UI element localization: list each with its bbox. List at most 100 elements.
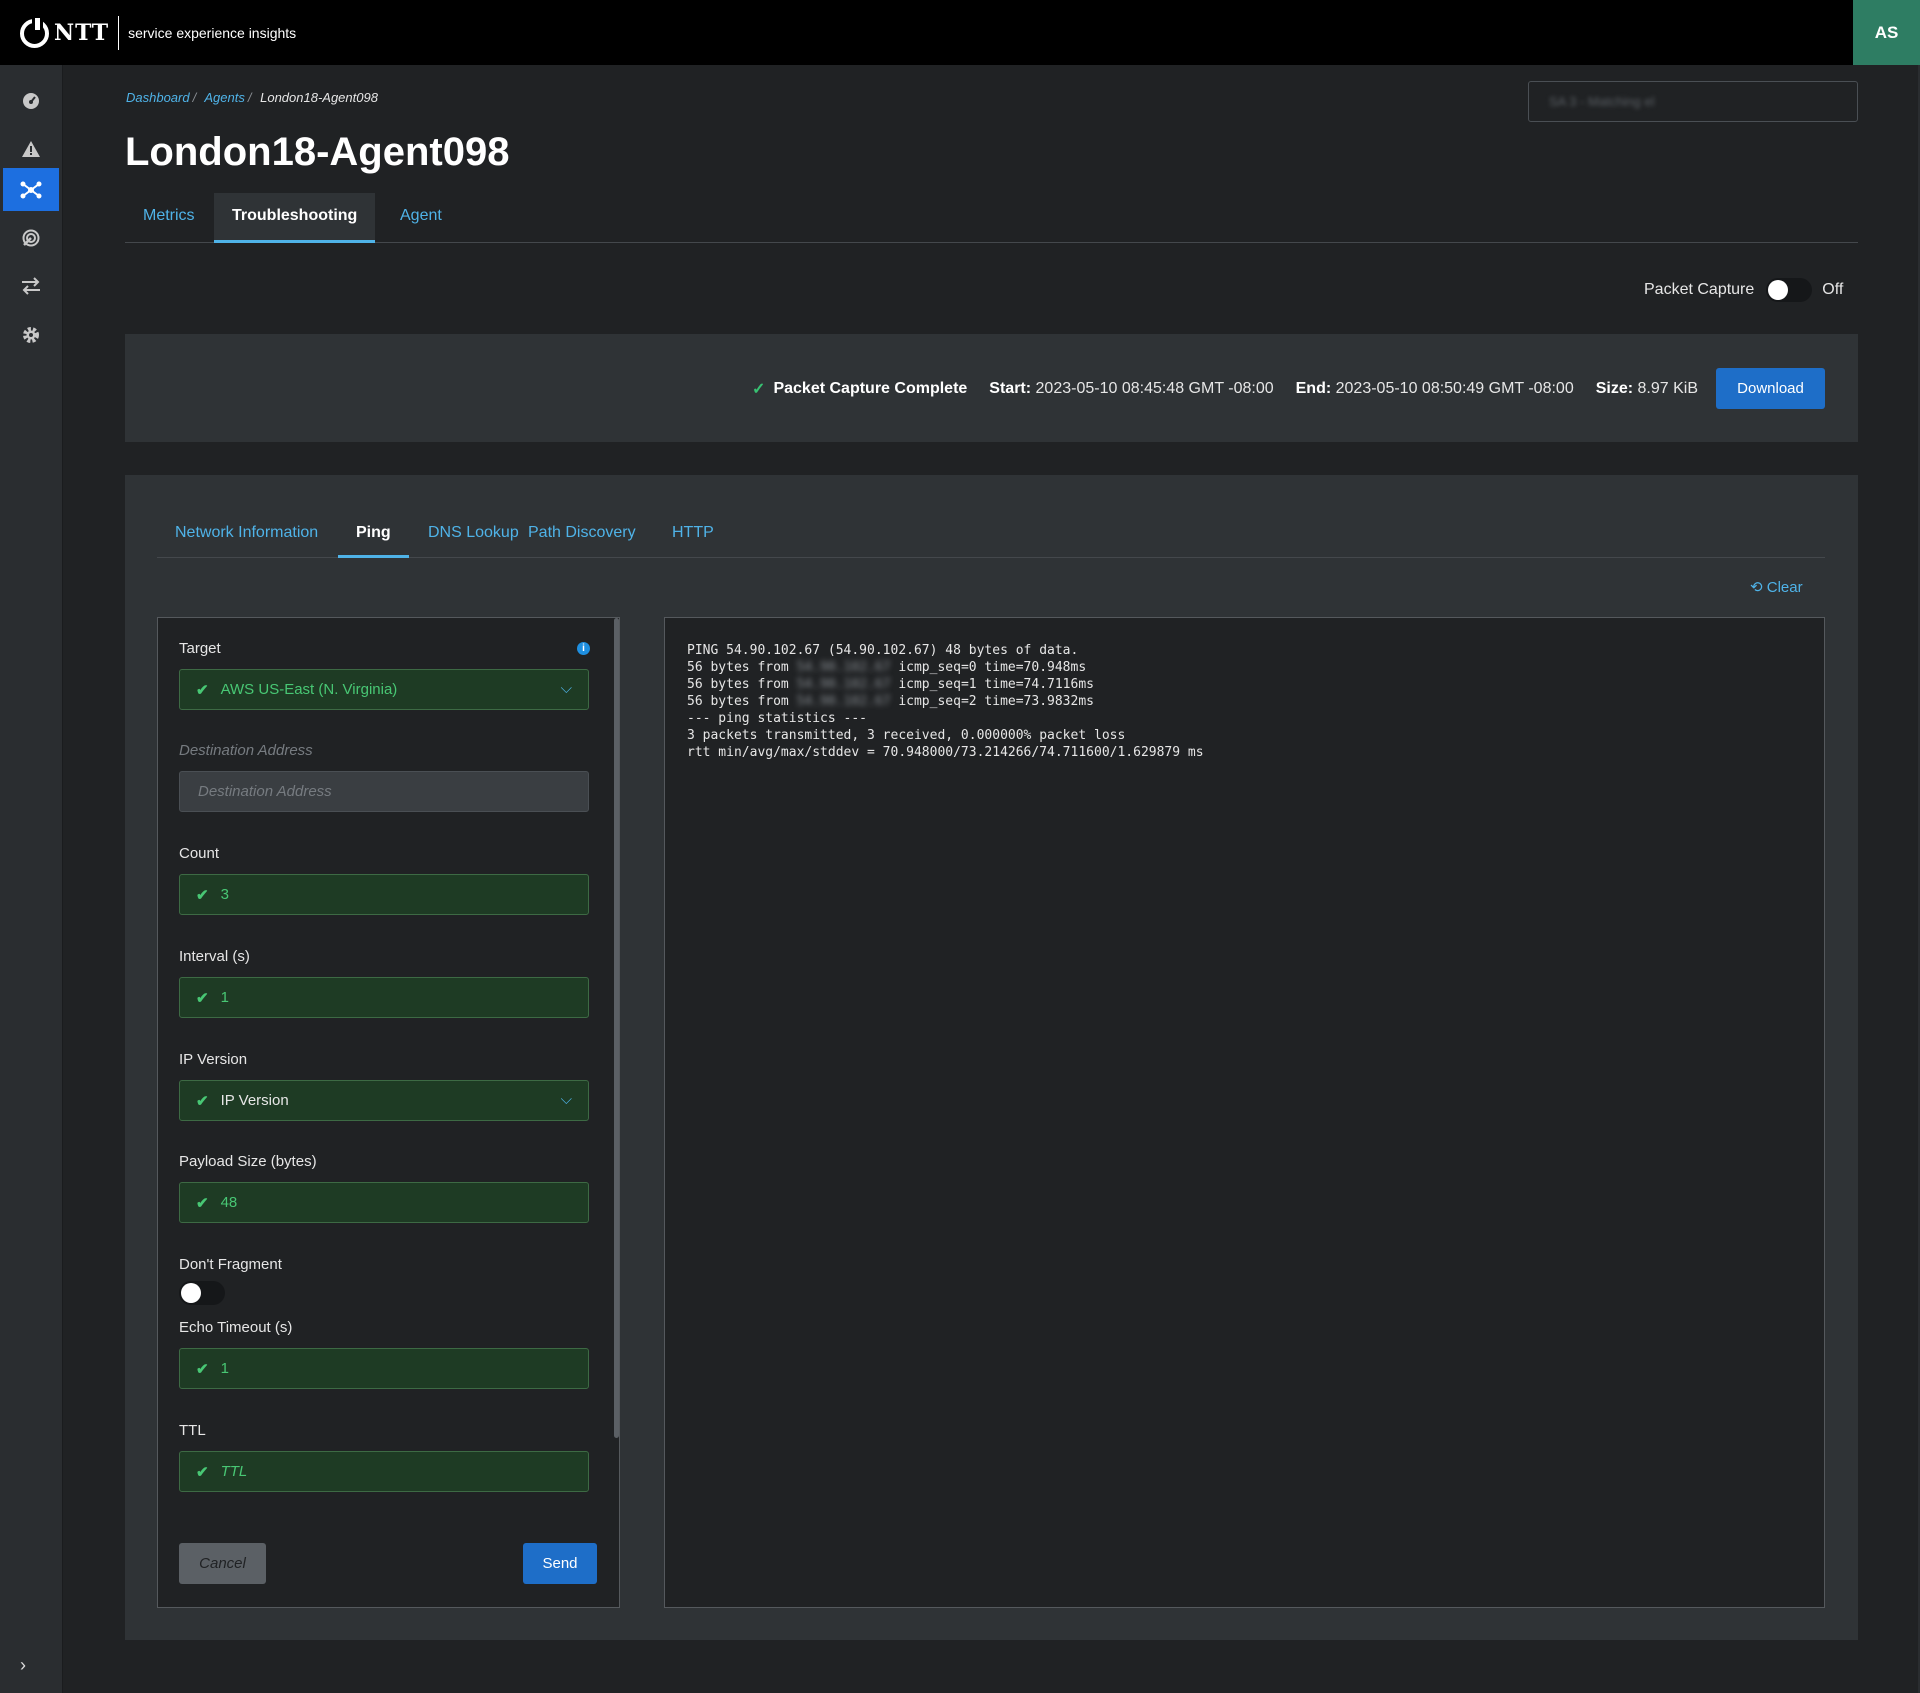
output-line: rtt min/avg/max/stddev = 70.948000/73.21… [687, 745, 1204, 760]
packet-capture-toggle-row: Packet Capture Off [1644, 278, 1843, 302]
count-input[interactable]: ✔ 3 [179, 874, 589, 915]
tab-http[interactable]: HTTP [654, 510, 732, 558]
breadcrumb: Dashboard / Agents / London18-Agent098 [126, 90, 378, 105]
tenant-selector-value: SA 3 - Matching el [1549, 94, 1655, 109]
tab-troubleshooting[interactable]: Troubleshooting [214, 193, 376, 243]
sidebar-item-alerts[interactable] [3, 127, 59, 170]
output-line: icmp_seq=0 time=70.948ms [890, 660, 1087, 675]
sidebar-item-dashboard[interactable] [3, 79, 59, 122]
sidebar-item-monitoring[interactable] [3, 216, 59, 259]
sidebar-item-settings[interactable] [3, 313, 59, 356]
output-line: --- ping statistics --- [687, 711, 868, 726]
ip-version-select[interactable]: ✔ IP Version ⌵ [179, 1080, 589, 1121]
tool-tabs: Network Information Ping DNS Lookup Path… [157, 510, 1825, 558]
payload-value: 48 [220, 1194, 238, 1211]
packet-capture-toggle[interactable] [1766, 278, 1813, 302]
dashboard-icon [23, 92, 39, 109]
payload-size-input[interactable]: ✔ 48 [179, 1182, 589, 1223]
radar-icon [22, 229, 40, 246]
chevron-down-icon: ⌵ [560, 680, 572, 697]
target-select[interactable]: ✔ AWS US-East (N. Virginia) ⌵ [179, 669, 589, 710]
tab-path-discovery[interactable]: Path Discovery [510, 510, 654, 558]
clear-label: Clear [1766, 579, 1803, 596]
tools-panel: Network Information Ping DNS Lookup Path… [125, 475, 1858, 1640]
redacted-ip: 54.90.102.67 [796, 694, 891, 709]
ip-version-value: IP Version [220, 1092, 289, 1109]
info-icon[interactable]: i [577, 642, 590, 655]
destination-placeholder: Destination Address [198, 783, 332, 800]
power-logo-icon [20, 17, 49, 48]
cancel-button[interactable]: Cancel [179, 1543, 266, 1584]
size-label: Size: [1595, 380, 1634, 397]
chevron-right-icon: › [20, 1655, 26, 1675]
ping-output-panel: PING 54.90.102.67 (54.90.102.67) 48 byte… [664, 617, 1825, 1608]
chevron-down-icon: ⌵ [560, 1091, 572, 1108]
capture-info: ✓ Packet Capture Complete Start: 2023-05… [752, 379, 1698, 399]
tab-ping[interactable]: Ping [338, 510, 409, 558]
echo-timeout-input[interactable]: ✔ 1 [179, 1348, 589, 1389]
check-icon: ✔ [196, 989, 209, 1007]
target-value: AWS US-East (N. Virginia) [220, 681, 398, 698]
output-line: 3 packets transmitted, 3 received, 0.000… [687, 728, 1126, 743]
main-tabs: Metrics Troubleshooting Agent [125, 193, 1858, 243]
output-line: 56 bytes from [687, 694, 797, 709]
check-icon: ✓ [752, 381, 766, 398]
payload-label: Payload Size (bytes) [179, 1153, 317, 1170]
toggle-knob [181, 1283, 201, 1303]
dont-fragment-label: Don't Fragment [179, 1256, 282, 1273]
toggle-knob [1768, 280, 1789, 300]
page-title: London18-Agent098 [125, 130, 510, 174]
output-line: icmp_seq=2 time=73.9832ms [890, 694, 1094, 709]
interval-input[interactable]: ✔ 1 [179, 977, 589, 1018]
check-icon: ✔ [196, 1463, 209, 1481]
breadcrumb-link-agents[interactable]: Agents [204, 90, 244, 105]
undo-icon: ⟲ [1750, 579, 1763, 596]
target-label: Target [179, 640, 221, 657]
redacted-ip: 54.90.102.67 [796, 660, 891, 675]
start-value: 2023-05-10 08:45:48 GMT -08:00 [1035, 380, 1274, 397]
download-button[interactable]: Download [1716, 368, 1825, 409]
tab-metrics[interactable]: Metrics [125, 193, 213, 243]
tab-agent[interactable]: Agent [382, 193, 460, 243]
ntt-logo[interactable]: NTT service experience insights [20, 16, 296, 50]
echo-timeout-label: Echo Timeout (s) [179, 1319, 293, 1336]
user-avatar[interactable]: AS [1853, 0, 1920, 65]
send-button[interactable]: Send [523, 1543, 597, 1584]
sidebar-item-agents[interactable] [3, 168, 59, 211]
ttl-label: TTL [179, 1422, 206, 1439]
output-line: icmp_seq=1 time=74.7116ms [890, 677, 1094, 692]
breadcrumb-current: London18-Agent098 [260, 90, 378, 105]
clear-button[interactable]: ⟲ Clear [1750, 578, 1803, 596]
start-label: Start: [989, 380, 1032, 397]
top-bar: NTT service experience insights AS [0, 0, 1920, 65]
output-line: 56 bytes from [687, 677, 797, 692]
ping-output: PING 54.90.102.67 (54.90.102.67) 48 byte… [687, 642, 1204, 761]
dont-fragment-toggle[interactable] [179, 1281, 225, 1305]
check-icon: ✔ [196, 681, 209, 699]
echo-timeout-value: 1 [220, 1360, 229, 1377]
size-value: 8.97 KiB [1637, 380, 1698, 397]
check-icon: ✔ [196, 1360, 209, 1378]
check-icon: ✔ [196, 1092, 209, 1110]
sidebar: › [0, 65, 63, 1693]
capture-status-panel: ✓ Packet Capture Complete Start: 2023-05… [125, 334, 1858, 442]
network-nodes-icon [20, 181, 42, 198]
form-scrollbar[interactable] [614, 618, 619, 1438]
tab-network-information[interactable]: Network Information [157, 510, 336, 558]
tenant-selector[interactable]: SA 3 - Matching el [1528, 81, 1858, 122]
packet-capture-state: Off [1822, 281, 1844, 298]
sidebar-expand-button[interactable]: › [20, 1655, 26, 1676]
sidebar-item-transfers[interactable] [3, 264, 59, 307]
check-icon: ✔ [196, 1194, 209, 1212]
ping-form: Target i ✔ AWS US-East (N. Virginia) ⌵ D… [157, 617, 620, 1608]
end-label: End: [1295, 380, 1332, 397]
breadcrumb-link-dashboard[interactable]: Dashboard [126, 90, 190, 105]
logo-text: NTT [54, 20, 110, 46]
output-line: 56 bytes from [687, 660, 797, 675]
packet-capture-label: Packet Capture [1644, 281, 1755, 298]
count-value: 3 [220, 886, 229, 903]
destination-address-input[interactable]: Destination Address [179, 771, 589, 812]
ttl-input[interactable]: ✔ TTL [179, 1451, 589, 1492]
output-line: PING 54.90.102.67 (54.90.102.67) 48 byte… [687, 643, 1079, 658]
ip-version-label: IP Version [179, 1051, 248, 1068]
